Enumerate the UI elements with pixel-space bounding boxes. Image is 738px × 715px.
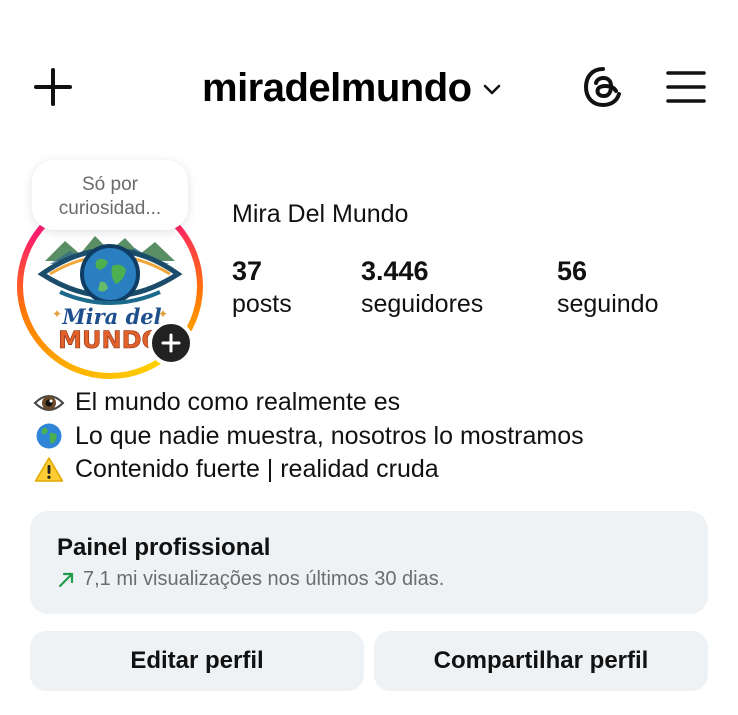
eye-emoji-icon <box>32 388 66 418</box>
followers-label: seguidores <box>361 290 484 318</box>
plus-icon <box>34 68 72 106</box>
profile-note-bubble[interactable]: Só por curiosidad... <box>32 160 188 230</box>
dashboard-title: Painel profissional <box>57 534 271 561</box>
logo-text-line2: MUNDO <box>58 326 162 354</box>
hamburger-menu-icon <box>666 71 706 103</box>
note-text: Só por curiosidad... <box>58 174 162 219</box>
posts-count: 37 <box>232 256 263 286</box>
svg-text:✦: ✦ <box>52 307 62 321</box>
followers-stat[interactable]: 3.446 seguidores <box>361 254 483 320</box>
posts-stat[interactable]: 37 posts <box>232 254 292 320</box>
threads-button[interactable] <box>580 64 626 110</box>
following-count: 56 <box>557 256 588 286</box>
account-switcher[interactable]: miradelmundo <box>202 58 502 118</box>
bio-text: El mundo como realmente es <box>75 388 401 416</box>
add-story-button[interactable] <box>148 320 194 366</box>
plus-icon <box>161 333 181 353</box>
followers-count: 3.446 <box>361 256 429 286</box>
username: miradelmundo <box>202 65 472 110</box>
trend-up-arrow-icon <box>58 572 74 587</box>
chevron-down-icon <box>483 84 500 95</box>
warning-emoji-icon <box>32 455 66 485</box>
professional-dashboard[interactable]: Painel profissional 7,1 mi visualizações… <box>30 511 708 614</box>
svg-text:✦: ✦ <box>158 307 168 321</box>
threads-icon <box>583 67 621 108</box>
menu-button[interactable] <box>662 64 710 110</box>
bio-line: Contenido fuerte | realidad cruda <box>32 453 584 487</box>
create-button[interactable] <box>28 62 78 112</box>
posts-label: posts <box>232 290 292 318</box>
edit-profile-button[interactable]: Editar perfil <box>30 631 364 691</box>
bio-text: Contenido fuerte | realidad cruda <box>75 455 439 483</box>
bio-text: Lo que nadie muestra, nosotros lo mostra… <box>75 421 584 450</box>
dashboard-subtitle: 7,1 mi visualizações nos últimos 30 dias… <box>83 568 445 590</box>
globe-emoji-icon <box>32 421 66 451</box>
dashboard-subtitle-row: 7,1 mi visualizações nos últimos 30 dias… <box>57 568 444 591</box>
bio-line: Lo que nadie muestra, nosotros lo mostra… <box>32 420 584 454</box>
bio-line: El mundo como realmente es <box>32 386 584 420</box>
following-label: seguindo <box>557 290 659 318</box>
share-profile-button[interactable]: Compartilhar perfil <box>374 631 708 691</box>
following-stat[interactable]: 56 seguindo <box>557 254 658 320</box>
bio: El mundo como realmente es Lo que nadie … <box>32 386 584 487</box>
display-name: Mira Del Mundo <box>232 200 409 228</box>
